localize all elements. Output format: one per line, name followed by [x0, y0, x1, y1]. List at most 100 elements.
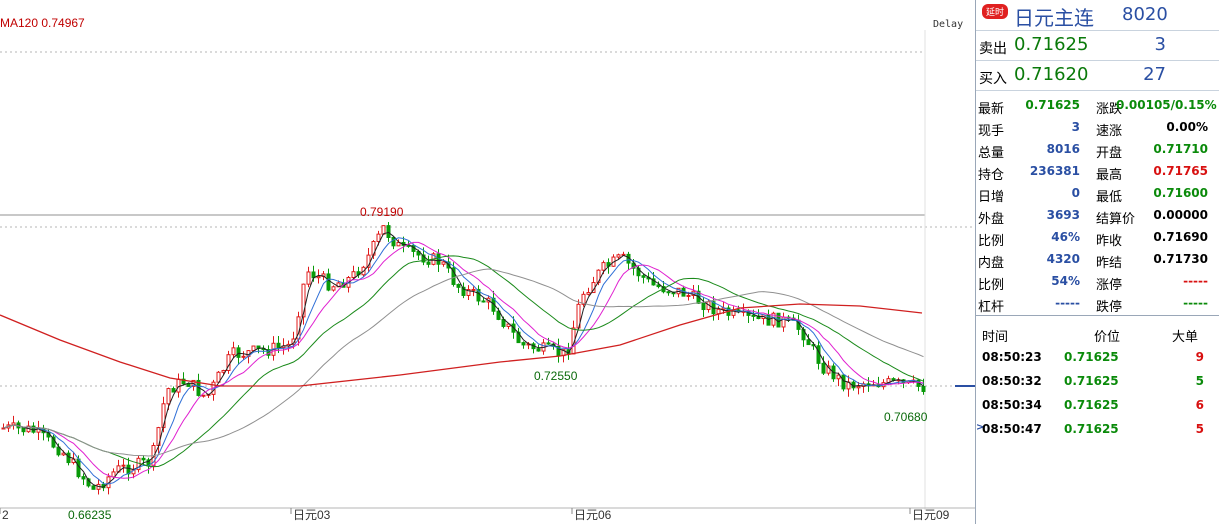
- annotation-mid-low: 0.72550: [534, 369, 578, 383]
- stat-value: 0.71765: [1153, 164, 1208, 178]
- candle-body: [276, 342, 281, 349]
- candle-body: [171, 388, 176, 393]
- stat-label: 持仓: [978, 168, 1005, 183]
- tick-price: 0.71625: [1064, 350, 1119, 364]
- candle-body: [716, 308, 721, 315]
- candle-body: [816, 345, 821, 364]
- tick-time: 08:50:47: [982, 422, 1042, 436]
- stat-label: 内盘: [978, 256, 1005, 271]
- bid-volume: 27: [1143, 64, 1166, 85]
- stat-value: 0.00000: [1153, 208, 1208, 222]
- stats-row: 外盘 3693 结算价 0.00000: [976, 205, 1219, 227]
- quote-header: 延时 日元主连 8020: [976, 0, 1219, 31]
- x-axis-label: 2: [2, 508, 9, 522]
- candle-body: [586, 292, 591, 295]
- stat-value: 0: [1071, 186, 1080, 200]
- bid-price: 0.71620: [1014, 64, 1089, 85]
- stats-row: 比例 46% 昨收 0.71690: [976, 227, 1219, 249]
- x-axis-label: 日元09: [912, 508, 950, 522]
- candle-body: [391, 236, 396, 247]
- candle-body: [201, 394, 206, 397]
- candle-body: [381, 225, 386, 235]
- tick-size: 6: [1195, 398, 1204, 412]
- candle-body: [471, 288, 476, 291]
- tick-time: 08:50:32: [982, 374, 1042, 388]
- candle-body: [376, 233, 381, 242]
- stat-value: -----: [1055, 296, 1080, 310]
- stats-row: 杠杆 ----- 跌停 -----: [976, 293, 1219, 315]
- ask-label: 卖出: [979, 41, 1007, 57]
- stat-value: 0.71690: [1153, 230, 1208, 244]
- candle-body: [656, 284, 661, 288]
- stat-value: 4320: [1046, 252, 1080, 266]
- candle-body: [331, 286, 336, 291]
- candle-body: [686, 294, 691, 297]
- bid-row: 买入 0.71620 27: [976, 61, 1219, 91]
- ma5-line: [3, 231, 924, 488]
- quote-panel: 延时 日元主连 8020 卖出 0.71625 3 买入 0.71620 27 …: [975, 0, 1219, 524]
- candle-body: [666, 291, 671, 294]
- candle-body: [536, 348, 541, 352]
- instrument-title: 日元主连: [1014, 6, 1094, 30]
- candle-body: [81, 476, 86, 480]
- ticks-header-time: 时间: [982, 330, 1009, 345]
- candle-body: [21, 427, 26, 433]
- candle-body: [856, 385, 861, 389]
- tick-row: >08:50:47 0.71625 5: [976, 418, 1219, 442]
- candle-body: [806, 339, 811, 346]
- annotation-low: 0.66235: [68, 508, 112, 522]
- stat-label: 日增: [978, 190, 1005, 205]
- candle-body: [456, 283, 461, 288]
- tick-row: 08:50:23 0.71625 9: [976, 346, 1219, 370]
- delay-label: Delay: [933, 19, 964, 30]
- candle-body: [921, 385, 926, 392]
- stat-value: 0.71710: [1153, 142, 1208, 156]
- stat-label: 最新: [978, 102, 1005, 117]
- ticks-header-size: 大单: [1172, 330, 1199, 345]
- tick-price: 0.71625: [1064, 374, 1119, 388]
- stat-label: 外盘: [978, 212, 1005, 227]
- stat-value: 0.00%: [1166, 120, 1208, 134]
- stat-value: 0.71730: [1153, 252, 1208, 266]
- ticks-header: 时间 价位 大单: [976, 324, 1219, 346]
- candle-body: [701, 302, 706, 311]
- stats-row: 现手 3 速涨 0.00%: [976, 117, 1219, 139]
- stat-value: 0.00105/0.15%: [1116, 98, 1217, 112]
- candle-body: [11, 422, 16, 426]
- candle-body: [241, 355, 246, 358]
- candle-body: [441, 261, 446, 265]
- stats-row: 日增 0 最低 0.71600: [976, 183, 1219, 205]
- stat-label: 比例: [978, 278, 1005, 293]
- ticks-header-price: 价位: [1094, 330, 1121, 345]
- tick-row: 08:50:34 0.71625 6: [976, 394, 1219, 418]
- candle-body: [111, 471, 116, 478]
- tick-row: 08:50:32 0.71625 5: [976, 370, 1219, 394]
- ask-volume: 3: [1154, 34, 1166, 55]
- kline-chart[interactable]: 0.79190 0.72550 0.66235 0.70680 2 日元03 日元06 日元0…: [0, 0, 975, 524]
- candle-body: [841, 374, 846, 390]
- stat-label: 杠杆: [978, 300, 1005, 315]
- candle-body: [166, 388, 171, 405]
- stats-row: 总量 8016 开盘 0.71710: [976, 139, 1219, 161]
- candle-body: [176, 378, 181, 393]
- stat-value: -----: [1183, 296, 1208, 310]
- tick-size: 9: [1195, 350, 1204, 364]
- stat-label: 总量: [978, 146, 1005, 161]
- stats-row: 持仓 236381 最高 0.71765: [976, 161, 1219, 183]
- ask-price: 0.71625: [1014, 34, 1089, 55]
- candle-body: [521, 342, 526, 346]
- kline-chart-svg[interactable]: 0.79190 0.72550 0.66235 0.70680 2 日元03 日元06 日元0…: [0, 0, 975, 524]
- candle-body: [776, 312, 781, 328]
- candle-body: [426, 261, 431, 265]
- candle-body: [236, 347, 241, 358]
- candle-body: [751, 314, 756, 317]
- tick-price: 0.71625: [1064, 422, 1119, 436]
- stat-value: 3693: [1046, 208, 1080, 222]
- x-axis-label: 日元06: [574, 508, 612, 522]
- stats-row: 最新 0.71625 涨跌 0.00105/0.15%: [976, 95, 1219, 117]
- stat-value: 8016: [1046, 142, 1080, 156]
- candle-body: [141, 457, 146, 461]
- instrument-code: 8020: [1122, 4, 1168, 25]
- tick-size: 5: [1195, 422, 1204, 436]
- candle-body: [316, 275, 321, 279]
